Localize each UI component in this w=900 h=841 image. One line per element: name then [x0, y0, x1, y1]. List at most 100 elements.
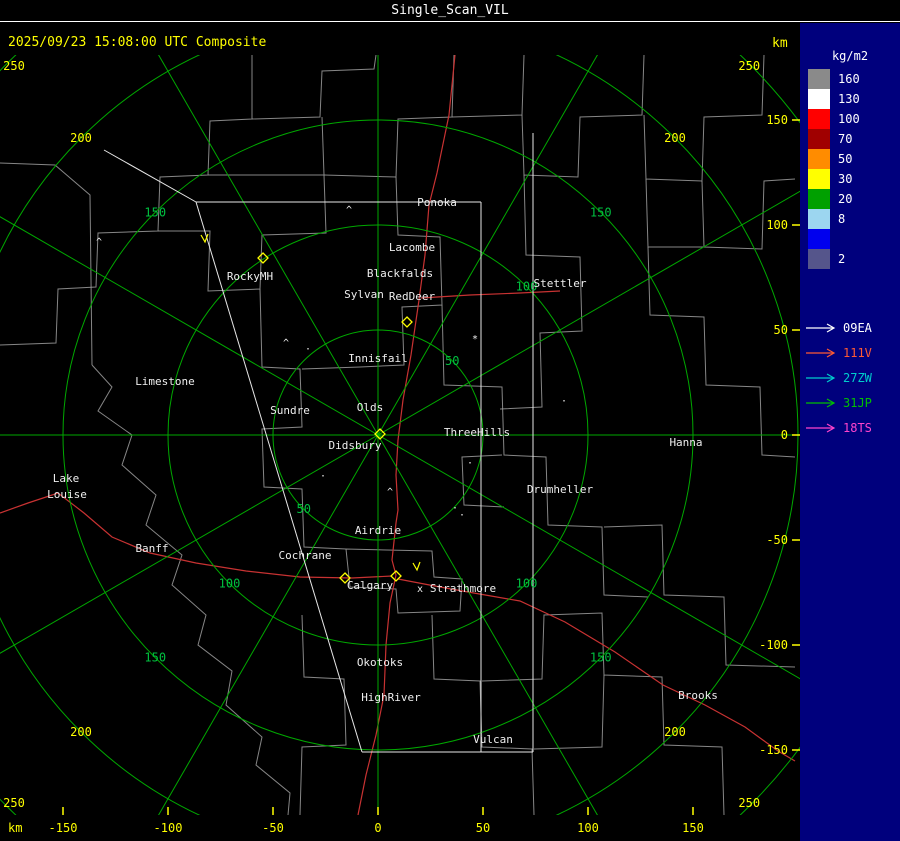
town-marker: · [305, 344, 311, 355]
range-ring-label: 200 [70, 131, 92, 145]
colorbar-entry: 130 [808, 89, 860, 109]
county-boundary [643, 55, 765, 182]
colorbar-entry: 8 [808, 209, 860, 229]
track-id: 111V [843, 345, 872, 360]
county-boundary [208, 116, 325, 176]
city-label: RedDeer [389, 290, 436, 303]
radar-track-legend-item: 18TS [805, 415, 872, 440]
legend-sidebar: kg/m2 160 130 100 70 50 30 20 8 2 09EA 111V 27ZW 31… [800, 23, 900, 841]
x-axis-tick-label: 0 [374, 821, 382, 835]
y-axis-tick [792, 644, 800, 646]
x-axis-tick [167, 807, 169, 815]
y-axis-tick [792, 119, 800, 121]
highway-line [0, 492, 393, 579]
colorbar-entry: 160 [808, 69, 860, 89]
colorbar-entry: 70 [808, 129, 860, 149]
y-axis-tick [792, 539, 800, 541]
colorbar: 160 130 100 70 50 30 20 8 2 [808, 69, 860, 269]
colorbar-value: 130 [838, 92, 860, 106]
radar-site-marker [401, 316, 413, 328]
town-marker: ^ [283, 338, 289, 349]
city-label: Brooks [678, 689, 718, 702]
county-boundary [299, 614, 347, 815]
y-axis-tick-label: 50 [774, 323, 788, 337]
y-axis-tick [792, 749, 800, 751]
county-boundary [91, 364, 291, 815]
scan-area-outline [195, 201, 363, 753]
track-arrow-icon [806, 347, 836, 358]
city-label: Limestone [135, 375, 195, 388]
county-boundary [323, 55, 455, 178]
y-axis-tick-label: -50 [766, 533, 788, 547]
y-axis-tick-label: -150 [759, 743, 788, 757]
city-label: Stettler [534, 277, 587, 290]
county-boundary [451, 55, 525, 118]
y-axis-tick-label: -100 [759, 638, 788, 652]
city-label: Lake [53, 472, 80, 485]
colorbar-title: kg/m2 [831, 49, 869, 63]
colorbar-swatch [808, 169, 830, 189]
x-axis-unit-label: km [8, 821, 23, 835]
map-header: 2025/09/23 15:08:00 UTC Composite km [0, 23, 800, 55]
x-axis-tick [587, 807, 589, 815]
x-axis-tick-label: 100 [577, 821, 599, 835]
colorbar-entry: 100 [808, 109, 860, 129]
track-arrow-icon [806, 397, 836, 408]
colorbar-swatch [808, 229, 830, 249]
range-ring-label: 100 [516, 576, 538, 590]
county-boundary [0, 162, 93, 366]
y-axis-tick [792, 224, 800, 226]
window-title: Single_Scan_VIL [391, 3, 509, 18]
y-axis-tick [792, 434, 800, 436]
colorbar-swatch [808, 109, 830, 129]
city-label: Didsbury [329, 439, 382, 452]
city-label: Ponoka [417, 196, 457, 209]
county-boundary [701, 178, 796, 250]
y-axis-tick-label: 150 [766, 113, 788, 127]
colorbar-entry [808, 229, 860, 249]
county-boundary [645, 178, 704, 248]
x-axis-tick [692, 807, 694, 815]
range-ring-label: 250 [3, 59, 25, 73]
colorbar-swatch [808, 149, 830, 169]
x-axis-tick-label: -100 [153, 821, 183, 835]
radar-track-legend-item: 27ZW [805, 365, 872, 390]
track-id: 18TS [843, 420, 872, 435]
range-ring-label: 150 [590, 651, 612, 665]
range-ring-label: 50 [445, 354, 459, 368]
city-label: RockyMH [227, 270, 273, 283]
x-axis-tick-label: 50 [475, 821, 491, 835]
y-axis-tick [792, 329, 800, 331]
town-marker: ^ [346, 205, 352, 216]
colorbar-swatch [808, 189, 830, 209]
city-label: Olds [357, 401, 384, 414]
range-ring-label: 200 [664, 131, 686, 145]
town-marker: ^ [387, 487, 393, 498]
colorbar-value: 2 [838, 252, 846, 266]
city-label: Vulcan [473, 733, 513, 746]
city-label: Drumheller [527, 483, 594, 496]
town-marker: ^ [96, 237, 102, 248]
range-ring-label: 150 [144, 205, 166, 219]
colorbar-swatch [808, 129, 830, 149]
colorbar-entry: 30 [808, 169, 860, 189]
town-marker: · [452, 503, 458, 514]
colorbar-entry: 2 [808, 249, 860, 269]
city-label: Blackfalds [367, 267, 433, 280]
city-label: Okotoks [357, 656, 403, 669]
town-marker: · [459, 510, 465, 521]
city-label: HighRiver [361, 691, 421, 704]
track-arrow-icon [806, 322, 836, 333]
storm-vector-marker [412, 561, 421, 572]
x-axis-tick-label: 150 [682, 821, 704, 835]
range-ring-label: 250 [738, 796, 760, 810]
x-axis-tick-label: -150 [48, 821, 78, 835]
radar-map[interactable]: 150 200 250 50 100 150 200 250 50 100 150 200 250 100… [0, 55, 800, 815]
town-marker: * [472, 334, 478, 345]
city-label: Hanna [669, 436, 702, 449]
colorbar-swatch [808, 209, 830, 229]
x-axis-tick [482, 807, 484, 815]
colorbar-swatch [808, 249, 830, 269]
city-label: Airdrie [355, 524, 401, 537]
y-axis-tick-label: 0 [781, 428, 788, 442]
